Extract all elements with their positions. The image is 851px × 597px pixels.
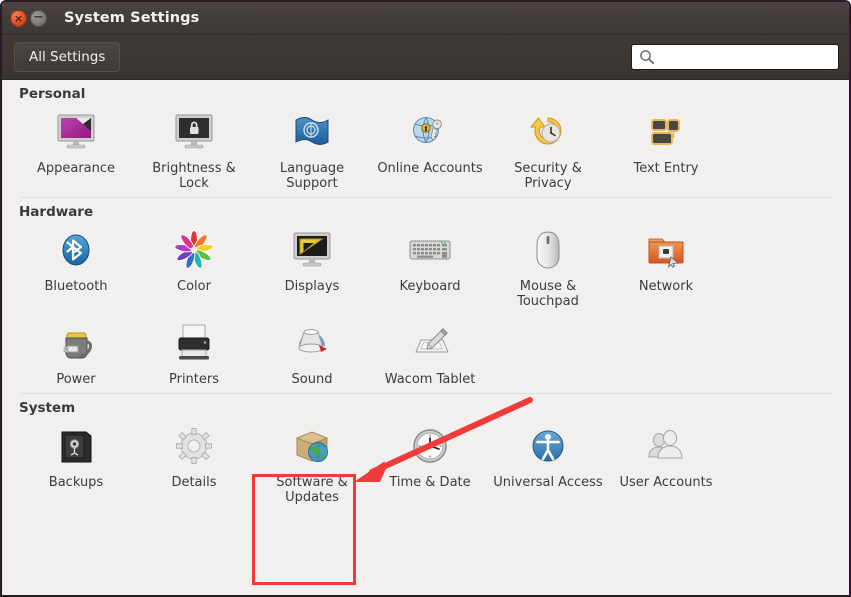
settings-item-user-accounts[interactable]: User Accounts <box>607 418 725 511</box>
settings-item-label: Language Support <box>279 161 345 191</box>
settings-item-language-support[interactable]: Language Support <box>253 104 371 197</box>
close-button[interactable]: × <box>10 9 27 27</box>
displays-icon <box>288 226 336 274</box>
minimize-icon: − <box>33 9 44 25</box>
section-personal: Personal Appearance Brightness & Lock La… <box>17 80 835 197</box>
power-icon <box>52 319 100 367</box>
wacom-tablet-icon <box>406 319 454 367</box>
settings-item-power[interactable]: Power <box>17 315 135 393</box>
settings-item-label: Wacom Tablet <box>384 372 476 387</box>
settings-item-label: Time & Date <box>389 475 471 490</box>
grid-system: Backups Details Software & Updates Time … <box>17 418 835 511</box>
details-icon <box>170 422 218 470</box>
search-area <box>631 44 839 70</box>
settings-item-keyboard[interactable]: Keyboard <box>371 222 489 315</box>
settings-item-label: Appearance <box>36 161 116 176</box>
brightness-lock-icon <box>170 108 218 156</box>
settings-item-brightness-lock[interactable]: Brightness & Lock <box>135 104 253 197</box>
settings-item-label: Online Accounts <box>377 161 483 176</box>
settings-item-color[interactable]: Color <box>135 222 253 315</box>
search-input[interactable] <box>631 44 839 70</box>
grid-hardware: Bluetooth Color Displays Keyboard Mouse … <box>17 222 835 393</box>
section-title-hardware: Hardware <box>19 204 94 220</box>
settings-item-label: Software & Updates <box>276 475 348 505</box>
settings-item-online-accounts[interactable]: Online Accounts <box>371 104 489 197</box>
settings-item-network[interactable]: Network <box>607 222 725 315</box>
settings-item-label: Mouse & Touchpad <box>517 279 579 309</box>
user-accounts-icon <box>642 422 690 470</box>
appearance-icon <box>52 108 100 156</box>
settings-item-software-updates[interactable]: Software & Updates <box>253 418 371 511</box>
keyboard-icon <box>406 226 454 274</box>
settings-item-label: Keyboard <box>399 279 461 294</box>
title-bar: × − System Settings <box>2 2 849 35</box>
settings-item-printers[interactable]: Printers <box>135 315 253 393</box>
section-hardware: Hardware Bluetooth Color Displays Keyboa… <box>17 198 835 393</box>
close-icon: × <box>13 11 24 25</box>
settings-item-time-date[interactable]: Time & Date <box>371 418 489 511</box>
settings-item-label: Printers <box>168 372 220 387</box>
online-accounts-icon <box>406 108 454 156</box>
network-icon <box>642 226 690 274</box>
time-date-icon <box>406 422 454 470</box>
settings-item-label: Brightness & Lock <box>152 161 236 191</box>
security-privacy-icon <box>524 108 572 156</box>
universal-access-icon <box>524 422 572 470</box>
settings-item-security-privacy[interactable]: Security & Privacy <box>489 104 607 197</box>
settings-item-displays[interactable]: Displays <box>253 222 371 315</box>
settings-item-label: Network <box>638 279 694 294</box>
settings-item-mouse-touchpad[interactable]: Mouse & Touchpad <box>489 222 607 315</box>
grid-personal: Appearance Brightness & Lock Language Su… <box>17 104 835 197</box>
backups-icon <box>52 422 100 470</box>
settings-item-label: Power <box>56 372 96 387</box>
settings-panel: Personal Appearance Brightness & Lock La… <box>2 80 849 594</box>
settings-item-wacom-tablet[interactable]: Wacom Tablet <box>371 315 489 393</box>
settings-item-details[interactable]: Details <box>135 418 253 511</box>
settings-item-sound[interactable]: Sound <box>253 315 371 393</box>
bluetooth-icon <box>52 226 100 274</box>
settings-item-label: Displays <box>284 279 340 294</box>
settings-item-label: Color <box>177 279 211 294</box>
settings-item-appearance[interactable]: Appearance <box>17 104 135 197</box>
section-system: System Backups Details Software & Update… <box>17 394 835 511</box>
section-title-system: System <box>19 400 76 416</box>
mouse-touchpad-icon <box>524 226 572 274</box>
settings-item-label: User Accounts <box>619 475 713 490</box>
software-updates-icon <box>288 422 336 470</box>
settings-item-label: Security & Privacy <box>514 161 582 191</box>
settings-item-label: Text Entry <box>633 161 699 176</box>
printers-icon <box>170 319 218 367</box>
settings-item-label: Sound <box>291 372 333 387</box>
settings-item-label: Universal Access <box>493 475 603 490</box>
section-title-personal: Personal <box>19 86 86 102</box>
color-icon <box>170 226 218 274</box>
window-title: System Settings <box>64 10 200 26</box>
settings-item-bluetooth[interactable]: Bluetooth <box>17 222 135 315</box>
language-support-icon <box>288 108 336 156</box>
text-entry-icon <box>642 108 690 156</box>
settings-item-backups[interactable]: Backups <box>17 418 135 511</box>
settings-item-label: Details <box>171 475 217 490</box>
system-settings-window: × − System Settings All Settings Persona… <box>0 0 851 597</box>
settings-item-universal-access[interactable]: Universal Access <box>489 418 607 511</box>
settings-item-text-entry[interactable]: Text Entry <box>607 104 725 197</box>
toolbar: All Settings <box>2 35 849 80</box>
minimize-button[interactable]: − <box>30 9 47 27</box>
settings-item-label: Backups <box>48 475 104 490</box>
all-settings-button[interactable]: All Settings <box>14 42 121 72</box>
settings-item-label: Bluetooth <box>44 279 108 294</box>
all-settings-label: All Settings <box>29 49 106 65</box>
sound-icon <box>288 319 336 367</box>
